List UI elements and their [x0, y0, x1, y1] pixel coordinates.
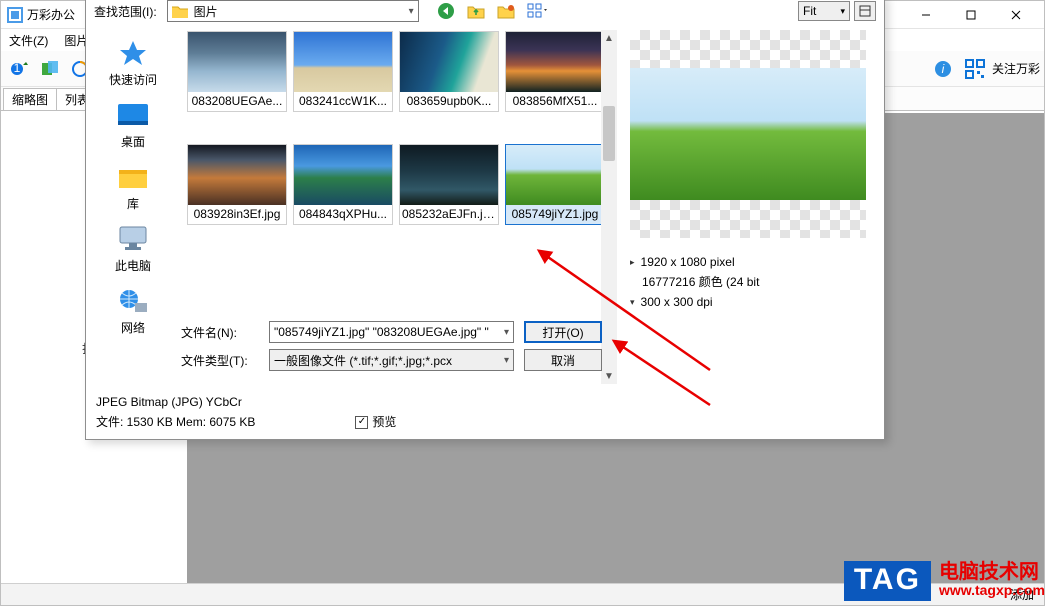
thumb-caption: 083856MfX51...	[506, 92, 604, 111]
file-thumb[interactable]: 085749jiYZ1.jpg	[505, 144, 605, 225]
lookin-combobox[interactable]: 图片 ▾	[167, 0, 419, 22]
zoom-fit-combobox[interactable]: Fit▾	[798, 1, 850, 21]
open-button[interactable]: 打开(O)	[524, 321, 602, 343]
minimize-button[interactable]	[903, 1, 948, 29]
thumb-image	[294, 145, 392, 205]
preview-metadata: ▸1920 x 1080 pixel 16777216 颜色 (24 bit ▾…	[630, 252, 876, 312]
file-thumb[interactable]: 083659upb0K...	[399, 31, 499, 112]
watermark: TAG 电脑技术网 www.tagxp.com	[844, 561, 1045, 601]
filetype-combobox[interactable]: 一般图像文件 (*.tif;*.gif;*.jpg;*.pcx▾	[269, 349, 514, 371]
file-thumb[interactable]: 083208UEGAe...	[187, 31, 287, 112]
svg-text:i: i	[942, 62, 945, 76]
toolbar-btn-2[interactable]	[36, 55, 64, 83]
file-thumb[interactable]: 083856MfX51...	[505, 31, 605, 112]
dialog-top-bar: 查找范围(I): 图片 ▾ Fit▾	[86, 0, 884, 26]
new-folder-icon[interactable]	[497, 3, 515, 19]
back-icon[interactable]	[437, 2, 455, 20]
dropdown-arrow-icon: ▾	[409, 6, 414, 17]
thumb-caption: 083659upb0K...	[400, 92, 498, 111]
close-button[interactable]	[993, 1, 1038, 29]
preview-toggle-button[interactable]	[854, 1, 876, 21]
place-quick-access[interactable]: 快速访问	[93, 38, 173, 88]
file-thumb[interactable]: 084843qXPHu...	[293, 144, 393, 225]
places-bar: 快速访问 桌面 库 此电脑 网络	[86, 26, 180, 384]
filename-input[interactable]: "085749jiYZ1.jpg" "083208UEGAe.jpg" "▾	[269, 321, 514, 343]
caret-right-icon: ▸	[630, 252, 635, 272]
maximize-button[interactable]	[948, 1, 993, 29]
thumb-image	[400, 145, 498, 205]
watermark-line1: 电脑技术网	[939, 563, 1045, 581]
thumb-image	[188, 145, 286, 205]
watermark-line2: www.tagxp.com	[939, 581, 1045, 599]
lookin-label: 查找范围(I):	[94, 3, 157, 20]
folder-icon	[172, 5, 188, 18]
watermark-tag: TAG	[844, 561, 931, 601]
place-desktop[interactable]: 桌面	[93, 100, 173, 150]
size-info: 文件: 1530 KB Mem: 6075 KB	[96, 413, 255, 431]
thumb-image	[294, 32, 392, 92]
dialog-form: 文件名(N): "085749jiYZ1.jpg" "083208UEGAe.j…	[181, 321, 874, 377]
thumb-caption: 083928in3Ef.jpg	[188, 205, 286, 224]
app-icon	[7, 7, 23, 23]
thumb-caption: 085232aEJFn.jpg	[400, 205, 498, 224]
up-folder-icon[interactable]	[467, 3, 485, 19]
app-title: 万彩办公	[27, 6, 75, 23]
file-thumb[interactable]: 085232aEJFn.jpg	[399, 144, 499, 225]
qr-icon[interactable]	[964, 58, 986, 80]
thumb-caption: 083241ccW1K...	[294, 92, 392, 111]
toolbar-info-icon[interactable]: i	[929, 55, 957, 83]
file-thumb[interactable]: 083241ccW1K...	[293, 31, 393, 112]
svg-text:1: 1	[14, 61, 21, 75]
thumb-caption: 083208UEGAe...	[188, 92, 286, 111]
lookin-value: 图片	[194, 3, 218, 20]
cancel-button[interactable]: 取消	[524, 349, 602, 371]
thumb-caption: 085749jiYZ1.jpg	[506, 205, 604, 224]
place-libraries[interactable]: 库	[93, 162, 173, 212]
preview-checker	[630, 30, 866, 238]
file-thumb[interactable]: 083928in3Ef.jpg	[187, 144, 287, 225]
format-info: JPEG Bitmap (JPG) YCbCr	[96, 393, 255, 411]
place-this-pc[interactable]: 此电脑	[93, 224, 173, 274]
checkbox-icon: ✓	[355, 416, 368, 429]
file-open-dialog: 查找范围(I): 图片 ▾ Fit▾ 快速访问 桌面	[85, 0, 885, 440]
caret-down-icon: ▾	[630, 292, 635, 312]
nav-icons	[437, 2, 549, 20]
dialog-footer: JPEG Bitmap (JPG) YCbCr 文件: 1530 KB Mem:…	[96, 393, 874, 431]
tab-thumbnails[interactable]: 缩略图	[3, 88, 57, 110]
preview-checkbox[interactable]: ✓ 预览	[355, 413, 396, 431]
thumb-image	[506, 32, 604, 92]
view-menu-icon[interactable]	[527, 3, 549, 19]
filename-label: 文件名(N):	[181, 324, 259, 341]
toolbar-btn-1[interactable]: 1	[6, 55, 34, 83]
thumb-image	[506, 145, 604, 205]
menu-file[interactable]: 文件(Z)	[9, 32, 48, 49]
filetype-label: 文件类型(T):	[181, 352, 259, 369]
place-network[interactable]: 网络	[93, 286, 173, 336]
preview-image	[630, 68, 866, 200]
thumb-image	[188, 32, 286, 92]
thumb-caption: 084843qXPHu...	[294, 205, 392, 224]
thumb-image	[400, 32, 498, 92]
attention-label[interactable]: 关注万彩	[992, 60, 1040, 77]
